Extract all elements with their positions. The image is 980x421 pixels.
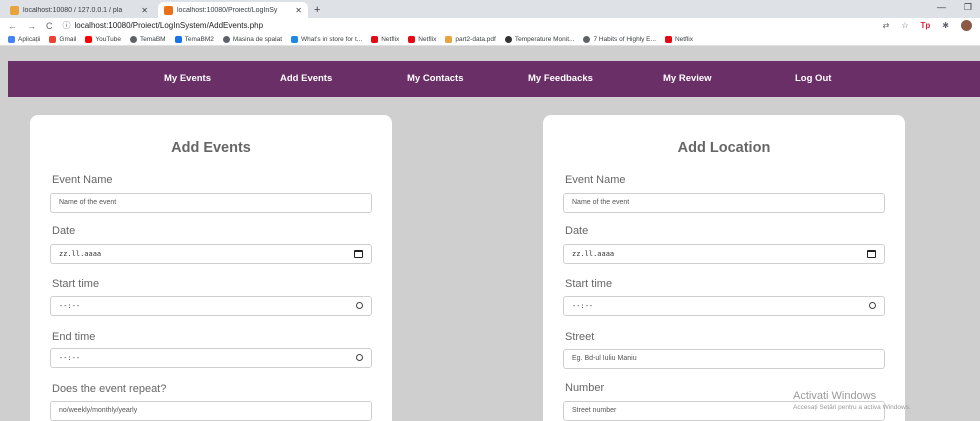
bookmark-apps[interactable]: Aplicații (8, 35, 40, 43)
clock-icon[interactable] (356, 297, 363, 316)
bookmark-masina[interactable]: Masina de spalat (222, 35, 282, 43)
nav-log-out[interactable]: Log Out (795, 61, 831, 97)
nav-my-contacts[interactable]: My Contacts (407, 61, 463, 97)
globe-icon (129, 35, 137, 43)
store-icon (291, 35, 298, 43)
date-label: Date (565, 225, 589, 237)
bookmark-star-icon[interactable]: ☆ (901, 21, 908, 30)
gmail-icon (49, 35, 57, 43)
nav-add-events[interactable]: Add Events (280, 61, 332, 97)
globe-icon (583, 35, 591, 43)
forward-icon[interactable]: → (27, 21, 36, 31)
bookmark-netflix[interactable]: Netflix (371, 35, 399, 43)
street-label: Street (565, 331, 595, 343)
number-label: Number (565, 382, 605, 394)
nav-my-feedbacks[interactable]: My Feedbacks (528, 61, 593, 97)
extension-tp-icon[interactable]: Tp (921, 21, 931, 30)
date-input[interactable]: zz.ll.aaaa (563, 244, 885, 264)
clock-icon[interactable] (356, 349, 363, 368)
url-field[interactable]: localhost:10080/Proiect/LogInSystem/AddE… (75, 21, 264, 30)
bookmark-part2-pdf[interactable]: part2-data.pdf (445, 35, 496, 43)
profile-avatar[interactable] (961, 20, 972, 31)
globe-icon (222, 35, 230, 43)
apps-grid-icon (8, 35, 15, 43)
start-time-value: --:-- (59, 302, 81, 310)
date-input[interactable]: zz.ll.aaaa (50, 244, 372, 264)
windows-activation-watermark: Activati Windows Accesați Setări pentru … (793, 390, 911, 411)
start-time-value: --:-- (572, 302, 594, 310)
repeat-label: Does the event repeat? (52, 383, 167, 395)
nav-my-events[interactable]: My Events (164, 61, 211, 97)
netflix-icon (664, 35, 672, 43)
end-time-value: --:-- (59, 354, 81, 362)
browser-tab-phpmyadmin[interactable]: localhost:10080 / 127.0.0.1 / pla ✕ (4, 2, 154, 18)
event-name-label: Event Name (52, 174, 113, 186)
bookmarks-bar: Aplicații Gmail YouTube TemaBM TemaBM2 M… (0, 33, 980, 46)
start-time-label: Start time (565, 278, 613, 290)
watermark-title: Activati Windows (793, 390, 877, 402)
new-tab-button[interactable]: + (314, 2, 320, 18)
bookmark-netflix-3[interactable]: Netflix (664, 35, 693, 43)
youtube-icon (85, 35, 93, 43)
start-time-input[interactable]: --:-- (50, 296, 372, 316)
bookmark-youtube[interactable]: YouTube (85, 35, 121, 43)
start-time-input[interactable]: --:-- (563, 296, 885, 316)
card-title: Add Location (677, 140, 771, 156)
end-time-input[interactable]: --:-- (50, 348, 372, 368)
bookmark-netflix-2[interactable]: Netflix (408, 35, 436, 43)
close-tab-icon[interactable]: ✕ (295, 6, 302, 15)
netflix-icon (408, 35, 416, 43)
netflix-icon (371, 35, 379, 43)
calendar-icon[interactable] (354, 245, 363, 265)
repeat-input[interactable]: no/weekly/monthly/yearly (50, 401, 372, 421)
pdf-icon (445, 35, 453, 43)
maximize-icon[interactable]: ❐ (964, 2, 972, 13)
back-icon[interactable]: ← (8, 21, 17, 31)
close-tab-icon[interactable]: ✕ (141, 6, 148, 15)
github-icon (504, 35, 512, 43)
event-name-input[interactable]: Name of the event (50, 193, 372, 213)
tab-title: localhost:10080/Proiect/LogInSy (177, 6, 278, 14)
date-value: zz.ll.aaaa (572, 250, 615, 258)
card-title: Add Events (171, 140, 251, 156)
site-nav-bar: My Events Add Events My Contacts My Feed… (8, 61, 980, 97)
bookmark-temabm[interactable]: TemaBM (129, 35, 166, 43)
add-events-card: Add Events Event Name Name of the event … (30, 115, 392, 421)
phpmyadmin-favicon-icon (10, 5, 19, 15)
cloud-icon (174, 35, 182, 43)
event-name-input[interactable]: Name of the event (563, 193, 885, 213)
nav-my-review[interactable]: My Review (663, 61, 712, 97)
bookmark-whats-in-store[interactable]: What's in store for t... (291, 35, 362, 43)
tab-title: localhost:10080 / 127.0.0.1 / pla (23, 6, 123, 14)
bookmark-gmail[interactable]: Gmail (49, 35, 76, 43)
street-input[interactable]: Eg. Bd-ul Iuliu Maniu (563, 349, 885, 369)
bookmark-7-habits[interactable]: 7 Habits of Highly E... (583, 35, 656, 43)
reload-icon[interactable]: C (46, 21, 53, 31)
extensions-puzzle-icon[interactable]: ✱ (942, 21, 949, 30)
watermark-subtitle: Accesați Setări pentru a activa Windows. (793, 404, 911, 411)
clock-icon[interactable] (869, 297, 876, 316)
bookmark-temperature[interactable]: Temperature Monit... (504, 35, 574, 43)
toolbar-actions: ⇄ ☆ Tp ✱ (883, 20, 972, 31)
start-time-label: Start time (52, 278, 100, 290)
address-bar: ← → C ⓘ localhost:10080/Proiect/LogInSys… (0, 18, 980, 33)
window-controls: — ❐ (937, 2, 972, 13)
site-favicon-icon (164, 5, 173, 15)
event-name-label: Event Name (565, 174, 626, 186)
site-info-icon[interactable]: ⓘ (63, 20, 71, 31)
bookmark-temabm2[interactable]: TemaBM2 (174, 35, 214, 43)
add-location-card: Add Location Event Name Name of the even… (543, 115, 905, 421)
date-label: Date (52, 225, 76, 237)
date-value: zz.ll.aaaa (59, 250, 102, 258)
translate-icon[interactable]: ⇄ (883, 21, 890, 30)
browser-tab-strip: localhost:10080 / 127.0.0.1 / pla ✕ loca… (0, 0, 980, 18)
end-time-label: End time (52, 331, 96, 343)
browser-tab-addevents[interactable]: localhost:10080/Proiect/LogInSy ✕ (158, 2, 308, 18)
calendar-icon[interactable] (867, 245, 876, 265)
minimize-icon[interactable]: — (937, 2, 946, 13)
